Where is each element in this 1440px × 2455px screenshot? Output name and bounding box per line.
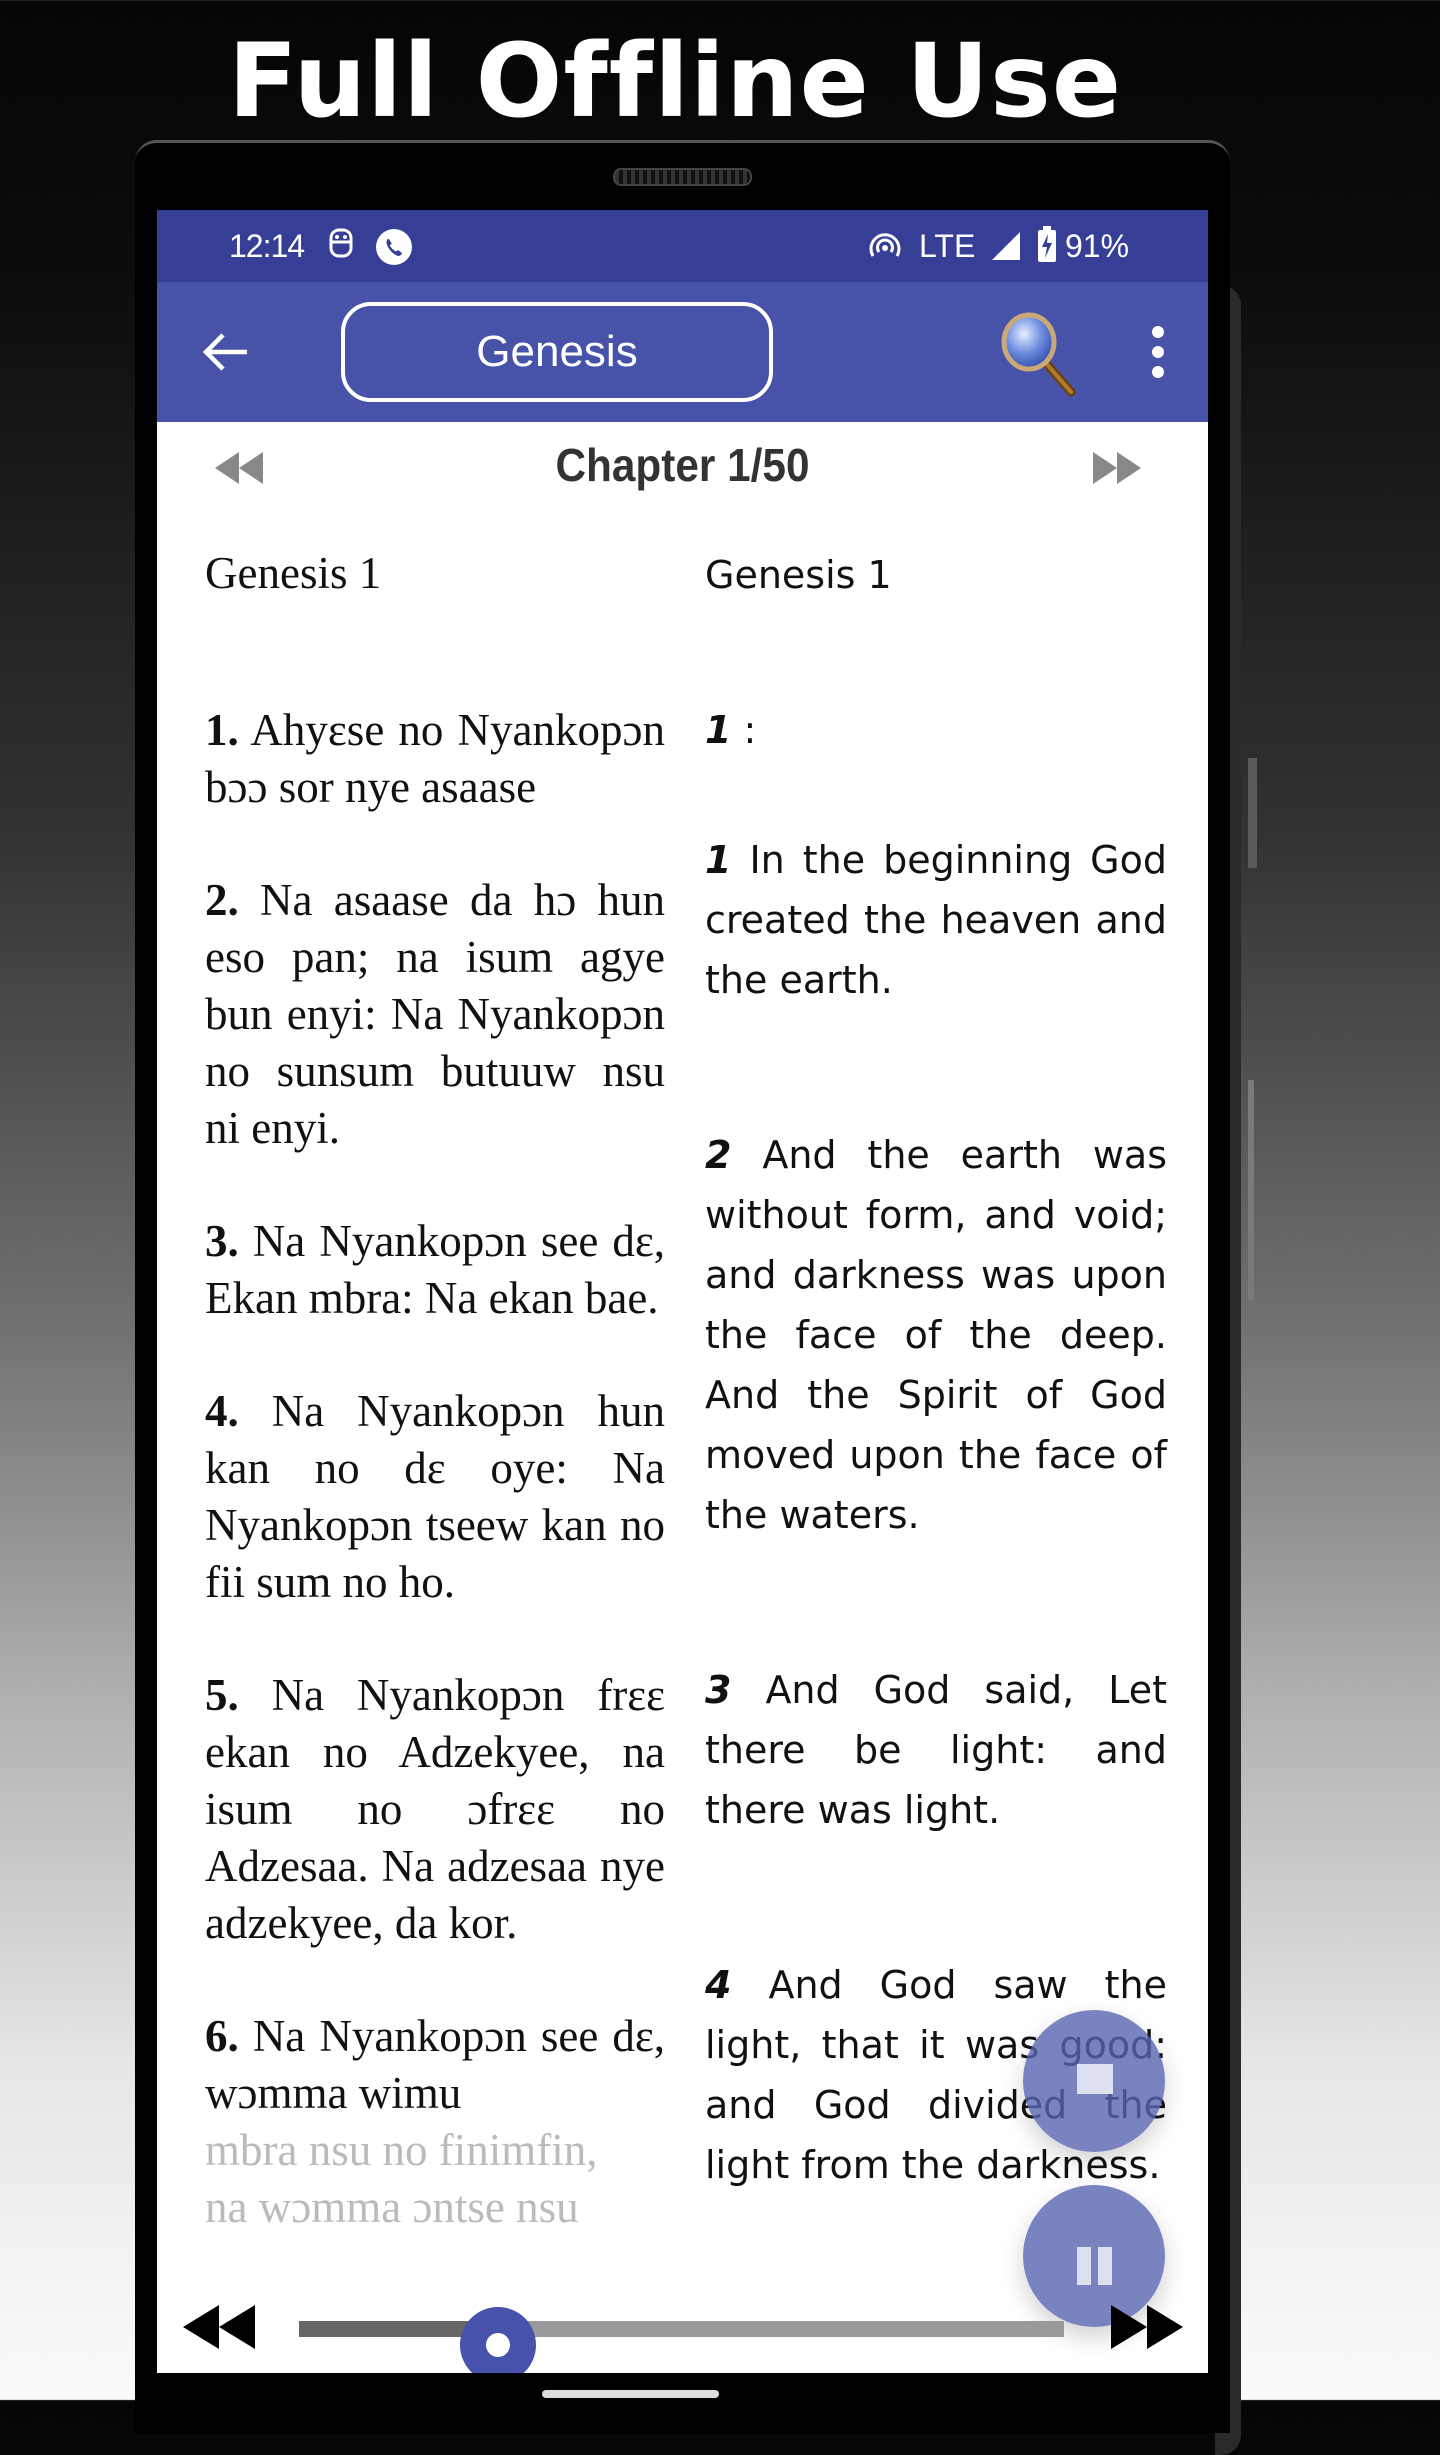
verse-number: 4 — [705, 1963, 732, 2007]
right-column-heading: Genesis 1 — [705, 553, 892, 597]
verse[interactable]: 2 And the earth was without form, and vo… — [705, 1125, 1167, 1545]
verse[interactable]: 3 And God said, Let there be light: and … — [705, 1660, 1167, 1840]
verse[interactable]: 4. Na Nyankopɔn hun kan no dɛ oye: Na Ny… — [205, 1383, 665, 1611]
verse-text: And God said, Let there be light: and th… — [705, 1668, 1167, 1832]
chapter-marker-number: 1 — [705, 708, 732, 752]
verse-text: Na Nyankopɔn hun kan no dɛ oye: Na Nyank… — [205, 1386, 666, 1607]
chapter-marker: 1 : — [705, 700, 1167, 760]
verse-text: Na Nyankopɔn frɛɛ ekan no Adzekyee, na i… — [205, 1670, 665, 1948]
verse-text: Na asaase da hɔ hun eso pan; na isum agy… — [205, 875, 665, 1153]
phone-power-button — [1248, 758, 1257, 868]
promo-headline: Full Offline Use — [227, 22, 1123, 141]
arrow-left-icon — [202, 333, 247, 371]
overflow-menu-button[interactable] — [1143, 322, 1173, 382]
verse[interactable]: 3. Na Nyankopɔn see dɛ, Ekan mbra: Na ek… — [205, 1213, 665, 1327]
more-vert-icon — [1143, 326, 1173, 378]
verse-text: Ahyɛse no Nyankopɔn bɔɔ sor nye asaase — [205, 705, 665, 812]
stop-audio-button[interactable] — [1023, 2010, 1165, 2152]
battery-charging-icon — [1037, 226, 1057, 272]
rewind-icon — [183, 2305, 255, 2349]
left-column-heading: Genesis 1 — [205, 548, 382, 598]
verse[interactable]: 5. Na Nyankopɔn frɛɛ ekan no Adzekyee, n… — [205, 1667, 665, 1952]
home-indicator[interactable] — [542, 2390, 719, 2398]
phone-call-icon — [375, 228, 413, 274]
battery-percent: 91% — [1065, 228, 1130, 264]
phone-frame: 12:14 LTE 91% Genesis Chapter 1/50 Genes… — [135, 140, 1230, 2433]
network-type: LTE — [919, 228, 976, 264]
verse-number: 6. — [205, 2011, 239, 2061]
verse-number: 2. — [205, 875, 239, 925]
verse-text: Na Nyankopɔn see dɛ, wɔmma wimu — [205, 2011, 665, 2118]
left-translation-column: Genesis 1 1. Ahyɛse no Nyankopɔn bɔɔ sor… — [205, 545, 665, 2236]
fast-forward-icon — [1093, 452, 1141, 484]
verse-text: And the earth was without form, and void… — [705, 1133, 1167, 1537]
phone-volume-button — [1248, 1080, 1254, 1300]
verse-number: 2 — [705, 1133, 732, 1177]
verse-number: 1 — [705, 838, 732, 882]
verse-number: 1. — [205, 705, 239, 755]
audio-progress-slider[interactable] — [299, 2307, 1064, 2373]
app-bar: Genesis — [157, 282, 1208, 422]
verse-text: Na Nyankopɔn see dɛ, Ekan mbra: Na ekan … — [205, 1216, 665, 1323]
next-chapter-button[interactable] — [1087, 448, 1147, 498]
verse[interactable]: 1. Ahyɛse no Nyankopɔn bɔɔ sor nye asaas… — [205, 702, 665, 816]
verse[interactable]: 2. Na asaase da hɔ hun eso pan; na isum … — [205, 872, 665, 1157]
chapter-navigation: Chapter 1/50 — [157, 422, 1208, 522]
hotspot-icon — [867, 230, 903, 270]
chapter-marker-colon: : — [743, 708, 757, 752]
fast-forward-icon — [1111, 2305, 1183, 2349]
faded-line: na wɔmma ɔntse nsu — [205, 2182, 579, 2232]
verse-number: 4. — [205, 1386, 239, 1436]
verse-number: 3 — [705, 1668, 732, 1712]
status-time: 12:14 — [229, 228, 305, 264]
back-button[interactable] — [197, 322, 257, 382]
search-button[interactable] — [995, 310, 1085, 400]
status-bar: 12:14 LTE 91% — [157, 210, 1208, 282]
audio-player — [157, 2295, 1208, 2373]
app-screen: 12:14 LTE 91% Genesis Chapter 1/50 Genes… — [157, 210, 1208, 2373]
signal-icon — [990, 230, 1022, 270]
audio-forward-button[interactable] — [1107, 2303, 1185, 2351]
faded-line: mbra nsu no finimfin, — [205, 2125, 598, 2175]
audio-rewind-button[interactable] — [181, 2303, 259, 2351]
sim-icon — [327, 226, 355, 270]
book-selector-button[interactable]: Genesis — [341, 302, 773, 402]
verse-number: 3. — [205, 1216, 239, 1266]
verse-text: In the beginning God created the heaven … — [705, 838, 1167, 1002]
stop-icon — [1077, 2064, 1113, 2094]
verse-number: 5. — [205, 1670, 239, 1720]
verse[interactable]: 6. Na Nyankopɔn see dɛ, wɔmma wimu — [205, 2008, 665, 2122]
chapter-title: Chapter 1/50 — [555, 439, 810, 491]
earpiece-speaker — [613, 168, 752, 186]
magnifier-icon — [1001, 312, 1076, 397]
audio-progress-thumb[interactable] — [459, 2307, 536, 2373]
verse[interactable]: 1 In the beginning God created the heave… — [705, 830, 1167, 1010]
